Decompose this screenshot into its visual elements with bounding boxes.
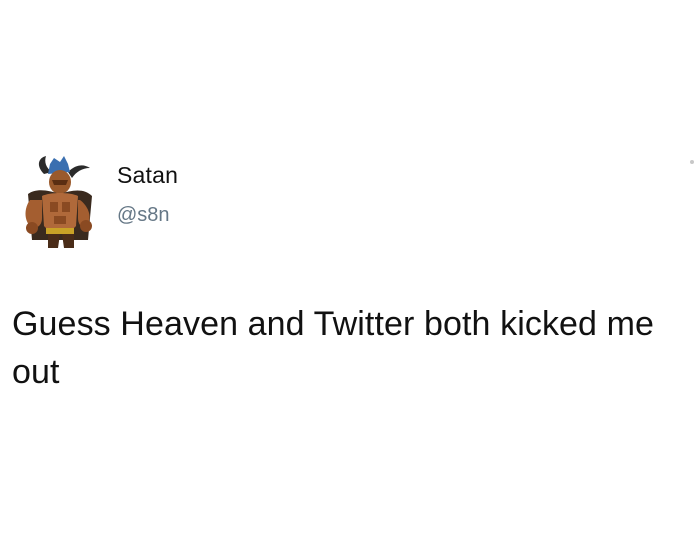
more-options-icon[interactable] [690,160,694,164]
avatar[interactable] [14,152,98,250]
display-name[interactable]: Satan [117,162,178,189]
tweet-text: Guess Heaven and Twitter both kicked me … [12,305,655,391]
user-handle[interactable]: @s8n [117,204,170,227]
horned-demon-avatar-icon [25,156,92,248]
tweet-card: Satan @s8n Guess Heaven and Twitter both… [0,0,700,537]
